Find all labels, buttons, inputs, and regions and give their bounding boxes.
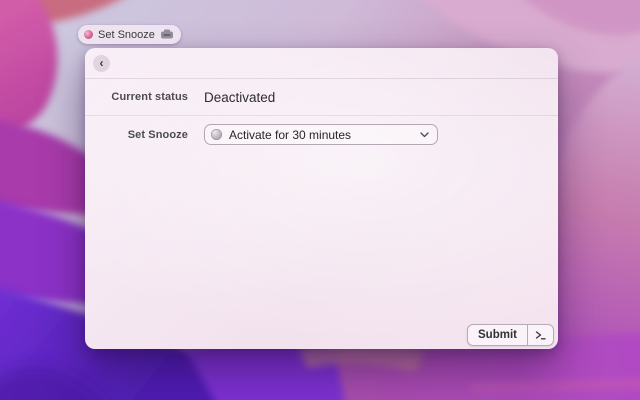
globe-icon [211, 129, 222, 140]
chevron-left-icon: ‹ [99, 55, 104, 70]
set-snooze-window: ‹ Current status Deactivated Set Snooze … [85, 48, 558, 349]
current-status-value: Deactivated [204, 89, 276, 105]
window-toolbar: ‹ [85, 48, 558, 79]
set-snooze-row: Set Snooze Activate for 30 minutes [85, 124, 558, 145]
set-snooze-chip[interactable]: Set Snooze [78, 25, 181, 44]
submit-button[interactable]: Submit [467, 324, 554, 346]
terminal-prompt-icon [528, 325, 553, 345]
printer-icon [160, 29, 174, 40]
current-status-label: Current status [111, 91, 188, 103]
snooze-duration-value: Activate for 30 minutes [229, 127, 352, 142]
snooze-duration-dropdown[interactable]: Activate for 30 minutes [204, 124, 438, 145]
set-snooze-label: Set Snooze [127, 128, 188, 141]
back-button[interactable]: ‹ [93, 54, 110, 72]
submit-label: Submit [478, 329, 517, 341]
app-dot-icon [84, 30, 93, 39]
current-status-row: Current status Deactivated [85, 79, 558, 116]
chevron-down-icon [420, 131, 429, 138]
chip-label: Set Snooze [98, 28, 155, 41]
